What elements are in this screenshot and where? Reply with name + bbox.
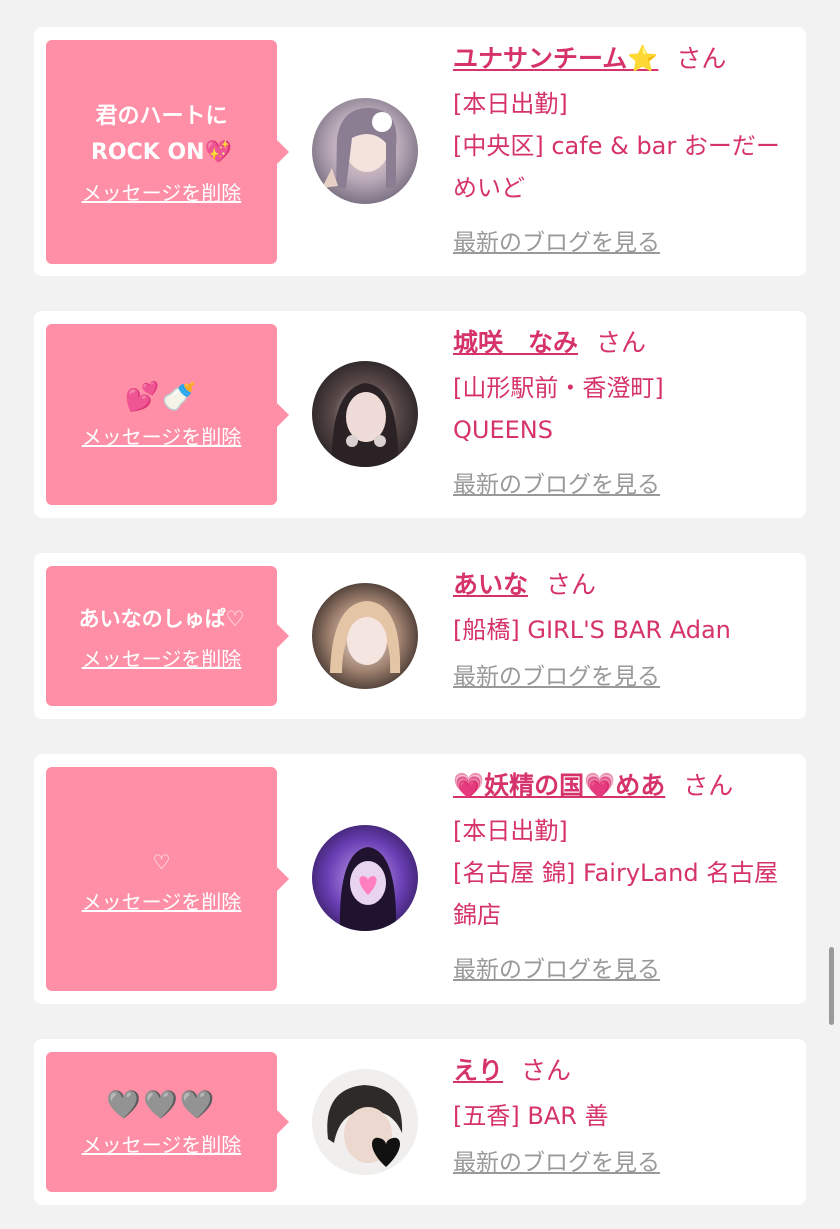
latest-blog-link[interactable]: 最新のブログを見る xyxy=(453,1143,660,1177)
message-text: あいなのしゅぱ♡ xyxy=(78,606,245,631)
favorite-card: 君のハートに ROCK ON💖 メッセージを削除 ユナサンチーム⭐ さん [本日出… xyxy=(34,27,806,276)
message-bubble: 🩶🩶🩶 メッセージを削除 xyxy=(46,1052,289,1192)
avatar[interactable] xyxy=(312,361,418,467)
delete-message-link[interactable]: メッセージを削除 xyxy=(82,1129,242,1158)
message-bubble: 💕🍼 メッセージを削除 xyxy=(46,324,289,505)
shop-info: [山形駅前・香澄町] QUEENS xyxy=(453,374,664,444)
avatar[interactable] xyxy=(312,1069,418,1175)
profile-info: 城咲 なみ さん [山形駅前・香澄町] QUEENS 最新のブログを見る xyxy=(453,323,791,499)
profile-photo-icon xyxy=(312,98,418,204)
shop-info: [五香] BAR 善 xyxy=(453,1102,609,1130)
profile-photo-icon xyxy=(312,825,418,931)
honorific: さん xyxy=(683,771,734,800)
honorific: さん xyxy=(596,328,647,357)
message-text: 君のハートに ROCK ON💖 xyxy=(90,103,232,165)
latest-blog-link[interactable]: 最新のブログを見る xyxy=(453,223,660,257)
message-text: ♡ xyxy=(152,849,171,874)
delete-message-link[interactable]: メッセージを削除 xyxy=(82,177,242,206)
name-row: ユナサンチーム⭐ さん xyxy=(453,39,791,79)
message-bubble: 君のハートに ROCK ON💖 メッセージを削除 xyxy=(46,40,289,264)
profile-name-link[interactable]: えり xyxy=(453,1056,503,1085)
message-bubble: ♡ メッセージを削除 xyxy=(46,767,289,991)
delete-message-link[interactable]: メッセージを削除 xyxy=(82,421,242,450)
shop-info: [船橋] GIRL'S BAR Adan xyxy=(453,616,731,644)
delete-message-link[interactable]: メッセージを削除 xyxy=(82,886,242,915)
attendance-status: [本日出勤] xyxy=(453,90,568,118)
avatar[interactable] xyxy=(312,825,418,931)
profile-info: えり さん [五香] BAR 善 最新のブログを見る xyxy=(453,1051,791,1177)
avatar[interactable] xyxy=(312,98,418,204)
shop-info: [名古屋 錦] FairyLand 名古屋錦店 xyxy=(453,859,779,929)
profile-name-link[interactable]: あいな xyxy=(453,570,528,599)
shop-info: [中央区] cafe & bar おーだーめいど xyxy=(453,132,780,202)
attendance-status: [本日出勤] xyxy=(453,817,568,845)
name-row: えり さん xyxy=(453,1051,791,1091)
favorite-card: あいなのしゅぱ♡ メッセージを削除 あいな さん [船橋] GIRL'S BAR … xyxy=(34,553,806,719)
honorific: さん xyxy=(521,1056,572,1085)
avatar[interactable] xyxy=(312,583,418,689)
favorite-card: 💕🍼 メッセージを削除 城咲 なみ さん [山形駅前・香澄町] QUEENS 最新… xyxy=(34,311,806,518)
favorite-card: ♡ メッセージを削除 💗妖精の国💗めあ さん [本日出勤] [名古屋 錦] Fai… xyxy=(34,754,806,1004)
profile-info: あいな さん [船橋] GIRL'S BAR Adan 最新のブログを見る xyxy=(453,565,791,691)
profile-name-link[interactable]: ユナサンチーム⭐ xyxy=(453,44,658,73)
delete-message-link[interactable]: メッセージを削除 xyxy=(82,643,242,672)
name-row: 💗妖精の国💗めあ さん xyxy=(453,766,791,806)
profile-info: 💗妖精の国💗めあ さん [本日出勤] [名古屋 錦] FairyLand 名古屋錦… xyxy=(453,766,791,984)
profile-photo-icon xyxy=(312,1069,418,1175)
latest-blog-link[interactable]: 最新のブログを見る xyxy=(453,657,660,691)
latest-blog-link[interactable]: 最新のブログを見る xyxy=(453,465,660,499)
profile-name-link[interactable]: 💗妖精の国💗めあ xyxy=(453,771,665,800)
message-bubble: あいなのしゅぱ♡ メッセージを削除 xyxy=(46,566,289,706)
profile-photo-icon xyxy=(312,583,418,689)
message-text: 🩶🩶🩶 xyxy=(106,1087,217,1121)
message-text: 💕🍼 xyxy=(124,380,199,413)
profile-photo-icon xyxy=(312,361,418,467)
honorific: さん xyxy=(546,570,597,599)
name-row: あいな さん xyxy=(453,565,791,605)
scrollbar[interactable] xyxy=(829,947,834,1025)
favorite-card: 🩶🩶🩶 メッセージを削除 えり さん [五香] BAR 善 最新のブログを見る xyxy=(34,1039,806,1205)
profile-name-link[interactable]: 城咲 なみ xyxy=(453,328,578,357)
latest-blog-link[interactable]: 最新のブログを見る xyxy=(453,950,660,984)
honorific: さん xyxy=(676,44,727,73)
name-row: 城咲 なみ さん xyxy=(453,323,791,363)
profile-info: ユナサンチーム⭐ さん [本日出勤] [中央区] cafe & bar おーだーめ… xyxy=(453,39,791,257)
